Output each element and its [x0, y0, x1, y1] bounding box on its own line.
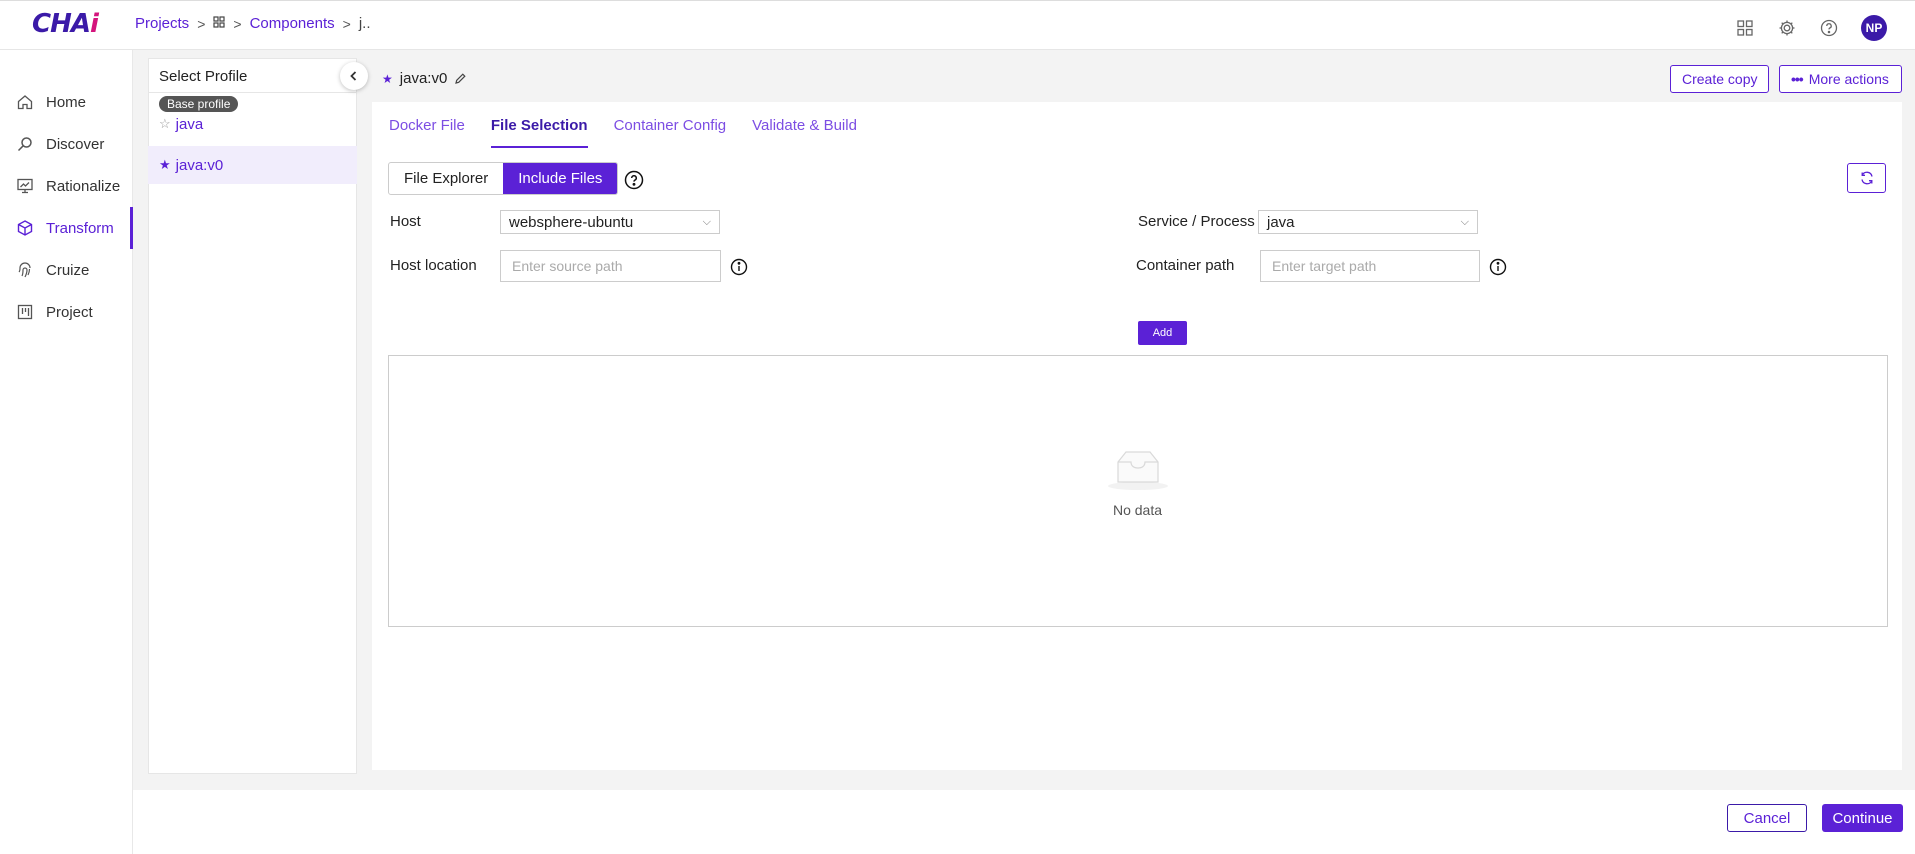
breadcrumb-components[interactable]: Components	[250, 15, 335, 32]
footer-bar	[133, 790, 1915, 854]
sidebar-item-transform[interactable]: Transform	[0, 207, 133, 249]
apps-grid-icon[interactable]	[1735, 18, 1755, 38]
sidebar-item-label: Rationalize	[46, 177, 121, 195]
empty-text: No data	[1112, 502, 1163, 518]
cancel-button[interactable]: Cancel	[1727, 804, 1807, 832]
sidebar-item-label: Transform	[46, 219, 114, 237]
tab-bar: Docker File File Selection Container Con…	[389, 117, 857, 148]
edit-pencil-icon[interactable]	[454, 72, 467, 85]
content-header: ★ java:v0	[382, 70, 467, 87]
refresh-button[interactable]	[1847, 163, 1886, 193]
sidebar-item-cruize[interactable]: Cruize	[0, 249, 132, 291]
breadcrumb-projects[interactable]: Projects	[135, 15, 189, 32]
empty-state: No data	[1100, 448, 1175, 518]
sidebar-item-project[interactable]: Project	[0, 291, 132, 333]
search-icon	[17, 137, 32, 152]
chart-board-icon	[17, 178, 33, 194]
sidebar-item-rationalize[interactable]: Rationalize	[0, 165, 132, 207]
container-path-label: Container path	[1136, 257, 1235, 274]
profile-item-label: java	[175, 115, 204, 133]
cube-icon	[17, 220, 33, 236]
profile-item-label: java:v0	[175, 156, 224, 174]
profile-item-java-v0[interactable]: ★ java:v0	[148, 146, 357, 184]
chevron-down-icon: ⌵	[1460, 215, 1469, 228]
continue-button[interactable]: Continue	[1822, 804, 1903, 832]
sidebar-item-label: Cruize	[46, 261, 90, 279]
sidebar-item-label: Project	[46, 303, 93, 321]
chevron-right-icon: >	[233, 15, 242, 32]
sidebar-item-home[interactable]: Home	[0, 81, 132, 123]
collapse-panel-button[interactable]	[340, 62, 368, 90]
more-actions-button[interactable]: ••• More actions	[1779, 65, 1902, 93]
profile-title: java:v0	[399, 70, 448, 87]
top-bar: CHAi Projects > > Components > j.. NP	[0, 0, 1915, 50]
chevron-down-icon: ⌵	[702, 215, 711, 228]
sidebar-item-discover[interactable]: Discover	[0, 123, 132, 165]
grid-icon[interactable]	[213, 15, 225, 32]
host-label: Host	[390, 213, 421, 230]
sidebar-item-label: Home	[46, 93, 87, 111]
chevron-right-icon: >	[342, 15, 351, 32]
sidebar: Home Discover Rationalize Transform Crui…	[0, 50, 133, 854]
include-files-button[interactable]: Include Files	[503, 163, 618, 194]
tab-docker-file[interactable]: Docker File	[389, 117, 465, 148]
host-location-label: Host location	[390, 257, 477, 274]
empty-inbox-icon	[1107, 451, 1168, 490]
host-select[interactable]: websphere-ubuntu ⌵	[500, 210, 720, 234]
chevron-left-icon	[350, 71, 357, 81]
host-location-input[interactable]	[500, 250, 721, 282]
refresh-icon	[1860, 171, 1873, 185]
help-circle-icon[interactable]	[624, 170, 644, 190]
breadcrumb: Projects > > Components > j..	[135, 15, 370, 32]
service-process-label: Service / Process	[1138, 213, 1255, 230]
host-select-value: websphere-ubuntu	[509, 213, 634, 231]
profile-item-java[interactable]: ☆ java	[148, 105, 357, 143]
tab-container-config[interactable]: Container Config	[614, 117, 727, 148]
mode-toggle: File Explorer Include Files	[388, 162, 619, 195]
service-select-value: java	[1267, 213, 1295, 231]
star-filled-icon[interactable]: ★	[159, 157, 171, 173]
help-icon[interactable]	[1819, 18, 1839, 38]
tab-validate-build[interactable]: Validate & Build	[752, 117, 857, 148]
tab-file-selection[interactable]: File Selection	[490, 117, 588, 148]
header-actions: NP	[1735, 15, 1887, 41]
fingerprint-icon	[18, 262, 31, 278]
more-actions-label: More actions	[1808, 71, 1889, 87]
app-logo[interactable]: CHAi	[32, 9, 99, 39]
add-button[interactable]: Add	[1138, 321, 1187, 345]
home-icon	[17, 95, 33, 110]
container-path-input[interactable]	[1260, 250, 1480, 282]
file-explorer-button[interactable]: File Explorer	[389, 163, 503, 194]
info-icon[interactable]	[1489, 258, 1507, 276]
info-icon[interactable]	[730, 258, 748, 276]
star-outline-icon[interactable]: ☆	[159, 116, 171, 132]
sidebar-item-label: Discover	[46, 135, 105, 153]
avatar[interactable]: NP	[1861, 15, 1887, 41]
kanban-icon	[17, 304, 33, 320]
chevron-right-icon: >	[197, 15, 206, 32]
more-dots-icon: •••	[1791, 71, 1804, 87]
gear-icon[interactable]	[1777, 18, 1797, 38]
profile-panel-title: Select Profile	[149, 59, 356, 93]
star-filled-icon: ★	[382, 71, 393, 86]
breadcrumb-current: j..	[358, 15, 371, 32]
create-copy-button[interactable]: Create copy	[1670, 65, 1770, 93]
service-process-select[interactable]: java ⌵	[1258, 210, 1478, 234]
